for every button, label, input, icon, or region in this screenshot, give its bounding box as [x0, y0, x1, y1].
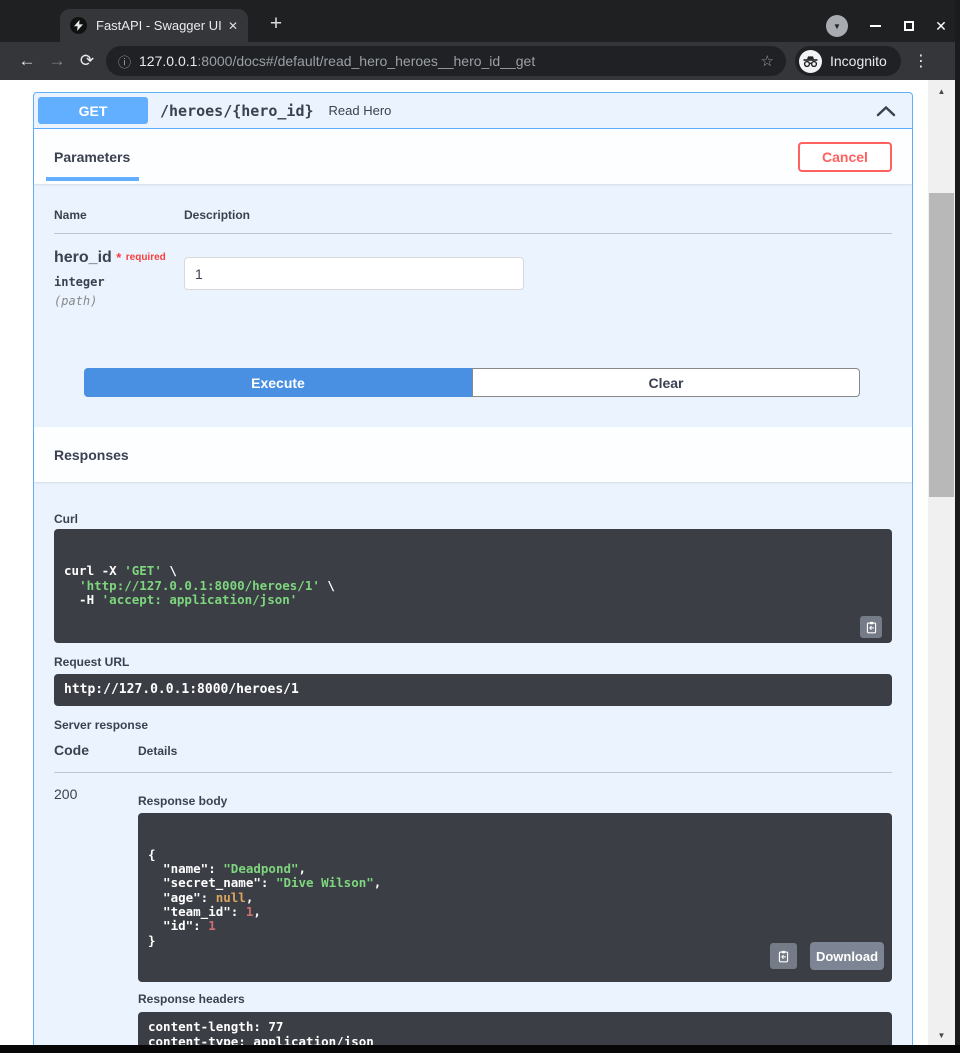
browser-toolbar: ← → ⟳ ⓘ 127.0.0.1:8000/docs#/default/rea…: [0, 42, 960, 80]
response-details: Response body { "name": "Deadpond", "sec…: [138, 786, 892, 1053]
scrollbar-track[interactable]: ▲ ▼: [928, 80, 955, 1053]
status-code: 200: [54, 786, 138, 1053]
parameters-table: Name Description hero_id * required inte…: [34, 184, 912, 397]
responses-body: Curl curl -X 'GET' \ 'http://127.0.0.1:8…: [34, 482, 912, 1053]
new-tab-button[interactable]: +: [262, 10, 290, 38]
bookmark-star-icon[interactable]: ☆: [761, 52, 774, 70]
endpoint-summary: Read Hero: [329, 103, 392, 118]
fastapi-favicon-icon: [70, 17, 87, 34]
scroll-down-icon[interactable]: ▼: [928, 1028, 955, 1044]
url-path: :8000/docs#/default/read_hero_heroes__he…: [197, 53, 535, 69]
tab-strip: FastAPI - Swagger UI ✕ + ▼ ✕: [0, 0, 960, 42]
maximize-button[interactable]: [896, 13, 922, 39]
tab-close-icon[interactable]: ✕: [228, 19, 238, 33]
required-label: required: [126, 252, 166, 263]
operation-summary[interactable]: GET /heroes/{hero_id} Read Hero: [34, 93, 912, 129]
col-details: Details: [138, 744, 892, 758]
browser-menu-icon[interactable]: ⋮: [909, 51, 933, 71]
method-badge: GET: [38, 97, 148, 124]
server-response-label: Server response: [54, 718, 892, 732]
copy-curl-button[interactable]: [860, 616, 882, 638]
scrollbar-thumb[interactable]: [929, 193, 954, 497]
download-button[interactable]: Download: [810, 942, 884, 970]
browser-chrome: FastAPI - Swagger UI ✕ + ▼ ✕ ← → ⟳ ⓘ 127…: [0, 0, 960, 80]
tab-search-caret-icon[interactable]: ▼: [826, 15, 848, 37]
parameters-table-head: Name Description: [54, 184, 892, 234]
tab-parameters[interactable]: Parameters: [54, 149, 130, 165]
col-code: Code: [54, 742, 138, 758]
tab-active-underline: [46, 177, 139, 181]
parameter-value-cell: [184, 248, 892, 308]
parameter-row: hero_id * required integer (path): [54, 234, 892, 308]
copy-response-button[interactable]: [770, 943, 797, 969]
hero-id-input[interactable]: [184, 257, 524, 290]
incognito-icon: [799, 50, 822, 73]
responses-header: Responses: [34, 427, 912, 482]
execute-button[interactable]: Execute: [84, 368, 472, 397]
response-body-actions: Download: [770, 942, 884, 970]
parameters-header: Parameters Cancel: [34, 129, 912, 184]
request-url-value: http://127.0.0.1:8000/heroes/1: [54, 674, 892, 706]
curl-label: Curl: [54, 512, 892, 526]
col-name: Name: [54, 208, 184, 222]
tab-title: FastAPI - Swagger UI: [96, 18, 222, 33]
minimize-button[interactable]: [862, 13, 888, 39]
address-bar[interactable]: ⓘ 127.0.0.1:8000/docs#/default/read_hero…: [106, 46, 786, 76]
endpoint-path: /heroes/{hero_id}: [160, 102, 314, 120]
required-star: *: [116, 250, 121, 265]
curl-command: curl -X 'GET' \ 'http://127.0.0.1:8000/h…: [54, 529, 892, 643]
execute-row: Execute Clear: [84, 368, 860, 397]
incognito-badge: Incognito: [795, 46, 901, 76]
maximize-icon: [904, 21, 914, 31]
request-url-label: Request URL: [54, 655, 892, 669]
server-response-row: 200 Response body { "name": "Deadpond", …: [54, 773, 892, 1053]
scroll-up-icon[interactable]: ▲: [928, 84, 955, 100]
server-response-table-head: Code Details: [54, 742, 892, 773]
clear-button[interactable]: Clear: [472, 368, 860, 397]
url-host: 127.0.0.1: [139, 53, 197, 69]
parameter-name: hero_id * required: [54, 248, 184, 267]
minimize-icon: [870, 25, 881, 27]
window-edge-bottom: [0, 1045, 960, 1053]
close-button[interactable]: ✕: [928, 13, 954, 39]
col-description: Description: [184, 208, 892, 222]
reload-icon[interactable]: ⟳: [72, 51, 102, 71]
forward-icon[interactable]: →: [42, 51, 72, 71]
page-viewport: GET /heroes/{hero_id} Read Hero Paramete…: [0, 80, 928, 1053]
collapse-chevron-icon[interactable]: [876, 105, 896, 117]
responses-title: Responses: [54, 447, 129, 463]
parameter-meta: hero_id * required integer (path): [54, 248, 184, 308]
site-info-icon[interactable]: ⓘ: [118, 52, 131, 71]
response-headers-label: Response headers: [138, 992, 892, 1006]
response-body-label: Response body: [138, 794, 892, 808]
response-body: { "name": "Deadpond", "secret_name": "Di…: [138, 813, 892, 982]
back-icon[interactable]: ←: [12, 51, 42, 71]
parameter-location: (path): [54, 294, 184, 308]
window-edge-right: [955, 0, 960, 1053]
opblock-get-heroes: GET /heroes/{hero_id} Read Hero Paramete…: [33, 92, 913, 1053]
incognito-label: Incognito: [830, 53, 887, 69]
parameter-type: integer: [54, 275, 184, 289]
cancel-button[interactable]: Cancel: [798, 142, 892, 172]
browser-tab[interactable]: FastAPI - Swagger UI ✕: [60, 9, 248, 42]
